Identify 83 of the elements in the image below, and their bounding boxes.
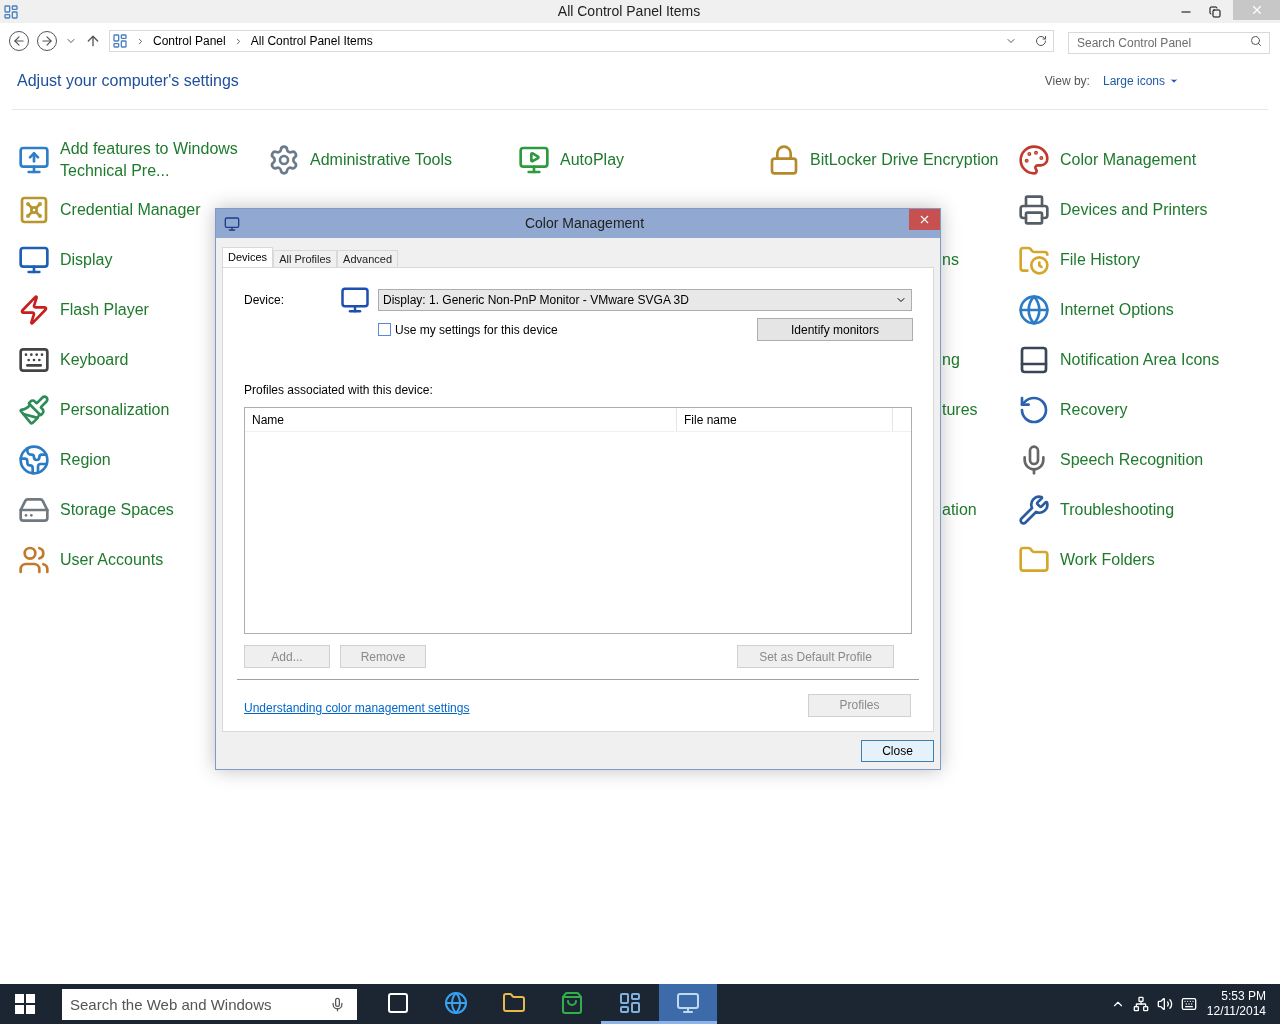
applet-link[interactable]: Recovery [1060, 399, 1128, 421]
applet-link[interactable]: Speech Recognition [1060, 449, 1204, 471]
page-heading: Adjust your computer's settings [17, 71, 240, 91]
device-dropdown[interactable]: Display: 1. Generic Non-PnP Monitor - VMware SVGA 3D [378, 289, 912, 311]
safe-icon[interactable] [18, 194, 50, 226]
checkbox-label[interactable]: Use my settings for this device [395, 320, 757, 339]
keyboard-icon[interactable] [1180, 996, 1197, 1012]
tab[interactable]: All Profiles [273, 250, 338, 267]
dialog-button[interactable]: Identify monitors [757, 318, 913, 341]
applet-link[interactable]: Add features to Windows Technical Pre... [60, 138, 250, 182]
palette-icon[interactable] [1018, 144, 1050, 176]
applet-link[interactable]: Region [60, 449, 111, 471]
refresh-icon[interactable] [1035, 35, 1047, 47]
tab[interactable]: Devices [222, 247, 274, 267]
panel-icon[interactable] [1018, 344, 1050, 376]
applet-link[interactable]: ns [942, 248, 959, 272]
padlock-icon[interactable] [768, 144, 800, 176]
caret-icon [1169, 76, 1179, 86]
network-icon[interactable] [1132, 996, 1149, 1012]
monitor-icon[interactable] [18, 244, 50, 276]
clock-time[interactable]: 5:53 PM [1221, 989, 1266, 1004]
applet-link[interactable]: ation [942, 498, 977, 522]
applet-link[interactable]: Troubleshooting [1060, 499, 1175, 521]
applet-link[interactable]: Work Folders [1060, 549, 1155, 571]
printer-icon[interactable] [1018, 194, 1050, 226]
restore-icon[interactable] [1209, 5, 1221, 18]
microphone-icon[interactable] [330, 996, 345, 1012]
file-explorer-icon [502, 990, 526, 1015]
help-link[interactable]: Understanding color management settings [244, 699, 808, 717]
applet-link[interactable]: Flash Player [60, 299, 149, 321]
search-icon [1250, 35, 1262, 47]
wrench-icon[interactable] [1018, 494, 1050, 526]
applet-link[interactable]: BitLocker Drive Encryption [810, 149, 999, 171]
applet-link[interactable]: Personalization [60, 399, 170, 421]
applet-link[interactable]: Color Management [1060, 149, 1197, 171]
tab[interactable]: Advanced [337, 250, 399, 267]
volume-icon[interactable] [1156, 996, 1173, 1012]
breadcrumb-item[interactable]: All Control Panel Items [250, 32, 373, 50]
applet-link[interactable]: Internet Options [1060, 299, 1174, 321]
monitor-icon [224, 215, 240, 232]
monitor-icon [676, 990, 700, 1015]
taskbar-search-field[interactable]: Search the Web and Windows [62, 988, 357, 1020]
earth-icon[interactable] [18, 444, 50, 476]
applet-link[interactable]: Administrative Tools [310, 149, 452, 171]
monitor-play-icon[interactable] [518, 144, 550, 176]
close-icon [918, 213, 931, 226]
clock-date[interactable]: 12/11/2014 [1206, 1004, 1266, 1019]
applet-link[interactable]: User Accounts [60, 549, 164, 571]
up-icon[interactable] [85, 33, 101, 49]
window-title: All Control Panel Items [556, 2, 702, 21]
close-dialog-button[interactable]: Close [861, 740, 934, 762]
applet-link[interactable]: Storage Spaces [60, 499, 174, 521]
applet-link[interactable]: Devices and Printers [1060, 199, 1208, 221]
windows-logo-icon [15, 994, 35, 1014]
applet-link[interactable]: ng [942, 348, 960, 372]
monitor-icon [340, 285, 370, 315]
view-by-dropdown[interactable]: Large icons [1102, 72, 1179, 90]
applet-link[interactable]: tures [942, 398, 978, 422]
monitor-arrow-icon[interactable] [18, 144, 50, 176]
users-icon[interactable] [18, 544, 50, 576]
store-icon [560, 990, 584, 1015]
applet-link[interactable]: Credential Manager [60, 199, 201, 221]
applet-link[interactable]: File History [1060, 249, 1140, 271]
close-button[interactable] [909, 209, 940, 230]
breadcrumb-item[interactable]: Control Panel [153, 32, 226, 50]
search-field[interactable]: Search Control Panel [1068, 32, 1270, 54]
flash-icon[interactable] [18, 294, 50, 326]
address-bar[interactable]: Control Panel All Control Panel Items [109, 30, 1054, 52]
separator-icon [136, 36, 145, 46]
view-by-label: View by: [1044, 73, 1090, 90]
applet-link[interactable]: Display [60, 249, 113, 271]
globe-icon[interactable] [1018, 294, 1050, 326]
dialog-title: Color Management [523, 214, 646, 233]
paintbrush-icon[interactable] [18, 394, 50, 426]
column-header[interactable]: Name [245, 408, 677, 431]
column-header[interactable]: File name [677, 408, 893, 431]
device-label: Device: [244, 292, 285, 309]
checkbox[interactable] [378, 323, 391, 336]
gear-icon[interactable] [268, 144, 300, 176]
profiles-label: Profiles associated with this device: [244, 382, 434, 399]
applet-link[interactable]: AutoPlay [560, 149, 625, 171]
applet-link[interactable]: Notification Area Icons [1060, 349, 1220, 371]
applet-link[interactable]: Keyboard [60, 349, 129, 371]
